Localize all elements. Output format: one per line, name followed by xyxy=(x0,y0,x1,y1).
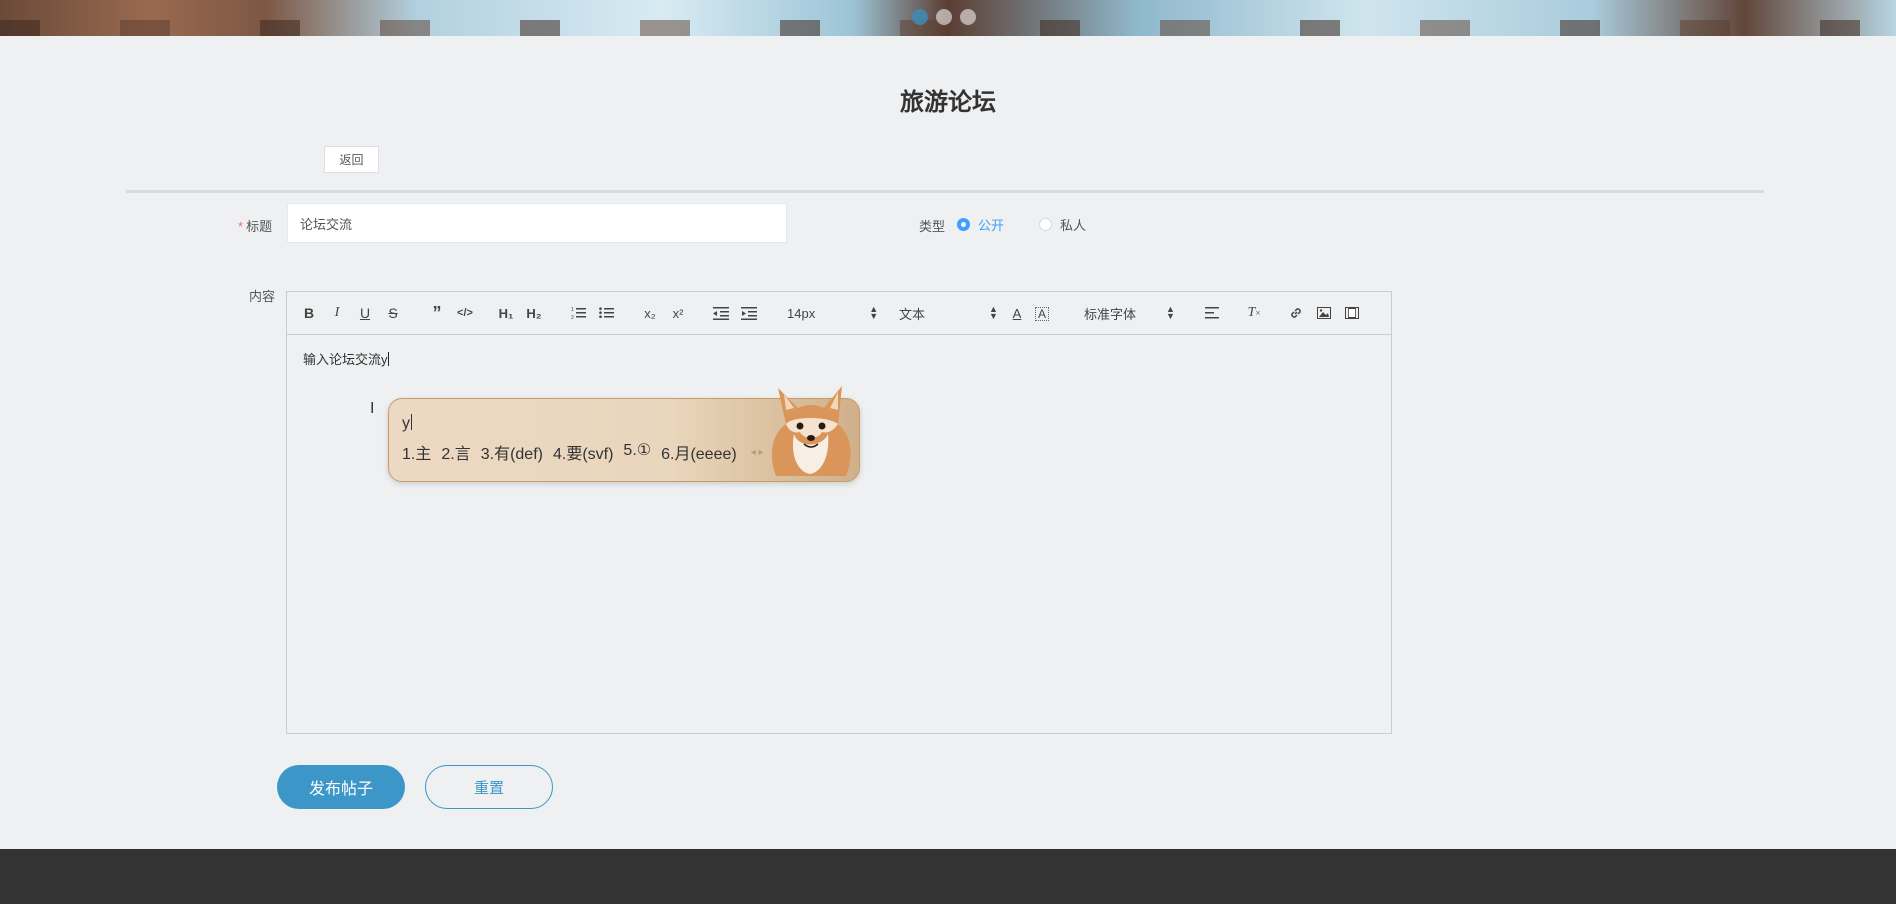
h2-icon[interactable]: H₂ xyxy=(524,303,544,323)
font-family-value: 标准字体 xyxy=(1084,306,1137,322)
ordered-list-icon[interactable]: 12 xyxy=(569,303,589,323)
italic-icon[interactable]: I xyxy=(327,303,347,323)
radio-public[interactable]: 公开 xyxy=(957,215,1004,234)
ime-input: y xyxy=(402,414,412,433)
publish-button[interactable]: 发布帖子 xyxy=(277,765,405,809)
divider xyxy=(126,190,1764,193)
title-label: * 标题 xyxy=(238,216,272,235)
superscript-icon[interactable]: x² xyxy=(668,303,688,323)
code-icon[interactable]: </> xyxy=(455,303,475,323)
subscript-icon[interactable]: x₂ xyxy=(640,303,660,323)
carousel-dot[interactable] xyxy=(912,9,928,25)
header-select-value: 文本 xyxy=(899,306,926,322)
ime-candidate[interactable]: 4.要(svf) xyxy=(553,440,613,464)
ime-candidate[interactable]: 5.① xyxy=(623,440,651,464)
ime-candidate[interactable]: 1.主 xyxy=(402,440,431,464)
ime-input-text: y xyxy=(402,415,410,432)
rich-text-editor[interactable]: B I U S ” </> H₁ H₂ 12 x₂ x² 14px ▲ ▼ 文本 … xyxy=(286,291,1392,734)
hero-banner xyxy=(0,0,1896,36)
video-icon[interactable] xyxy=(1342,303,1362,323)
reset-button[interactable]: 重置 xyxy=(425,765,553,809)
ime-caret xyxy=(411,414,412,430)
carousel-dot[interactable] xyxy=(936,9,952,25)
carousel-dots xyxy=(912,9,976,25)
font-size-select[interactable]: 14px ▲ ▼ xyxy=(787,303,878,323)
page-title: 旅游论坛 xyxy=(900,89,996,116)
page-footer xyxy=(0,849,1896,904)
h1-icon[interactable]: H₁ xyxy=(496,303,516,323)
required-mark: * xyxy=(238,219,244,234)
ime-candidate-window[interactable]: y 1.主 2.言 3.有(def) 4.要(svf) 5.① 6.月(eeee… xyxy=(388,398,860,482)
outdent-icon[interactable] xyxy=(711,303,731,323)
select-arrows-icon: ▲ ▼ xyxy=(869,304,879,321)
header-select[interactable]: 文本 ▲ ▼ xyxy=(899,303,998,323)
svg-text:2: 2 xyxy=(571,315,574,320)
align-icon[interactable] xyxy=(1202,303,1222,323)
title-label-text: 标题 xyxy=(246,219,273,234)
radio-private[interactable]: 私人 xyxy=(1039,215,1086,234)
bullet-list-icon[interactable] xyxy=(597,303,617,323)
quote-icon[interactable]: ” xyxy=(427,303,447,323)
svg-text:1: 1 xyxy=(571,307,574,313)
ime-page-arrows-icon[interactable]: ◂ ▸ xyxy=(751,447,764,458)
back-button[interactable]: 返回 xyxy=(324,146,379,173)
font-size-value: 14px xyxy=(787,305,816,321)
select-arrows-icon: ▲ ▼ xyxy=(989,304,998,321)
radio-public-label: 公开 xyxy=(978,218,1005,233)
link-icon[interactable] xyxy=(1286,303,1306,323)
title-input[interactable] xyxy=(287,203,787,243)
indent-icon[interactable] xyxy=(739,303,759,323)
ime-candidate[interactable]: 6.月(eeee) xyxy=(661,440,737,464)
ime-candidate[interactable]: 2.言 xyxy=(441,440,470,464)
radio-circle[interactable] xyxy=(1039,218,1052,231)
radio-private-label: 私人 xyxy=(1060,218,1087,233)
ime-candidates: 1.主 2.言 3.有(def) 4.要(svf) 5.① 6.月(eeee) … xyxy=(402,440,764,464)
ibeam-cursor-icon: I xyxy=(370,400,375,417)
font-color-icon[interactable]: A xyxy=(1007,303,1027,323)
background-color-icon[interactable]: A xyxy=(1035,307,1049,321)
editor-content[interactable]: 输入论坛交流y xyxy=(287,335,1391,735)
editor-toolbar: B I U S ” </> H₁ H₂ 12 x₂ x² 14px ▲ ▼ 文本 … xyxy=(287,292,1391,335)
strike-icon[interactable]: S xyxy=(383,303,403,323)
radio-circle[interactable] xyxy=(957,218,970,231)
ime-candidate[interactable]: 3.有(def) xyxy=(481,440,543,464)
content-label: 内容 xyxy=(249,289,276,304)
type-label: 类型 xyxy=(919,219,946,234)
text-caret xyxy=(387,352,389,366)
underline-icon[interactable]: U xyxy=(355,303,375,323)
image-icon[interactable] xyxy=(1314,303,1334,323)
carousel-dot[interactable] xyxy=(960,9,976,25)
font-family-select[interactable]: 标准字体 ▲ ▼ xyxy=(1084,303,1175,323)
bold-icon[interactable]: B xyxy=(299,303,319,323)
editor-text-value: 输入论坛交流y xyxy=(303,352,388,367)
select-arrows-icon: ▲ ▼ xyxy=(1166,304,1175,321)
editor-text[interactable]: 输入论坛交流y xyxy=(303,349,389,368)
clear-format-icon[interactable]: T × xyxy=(1244,303,1264,323)
